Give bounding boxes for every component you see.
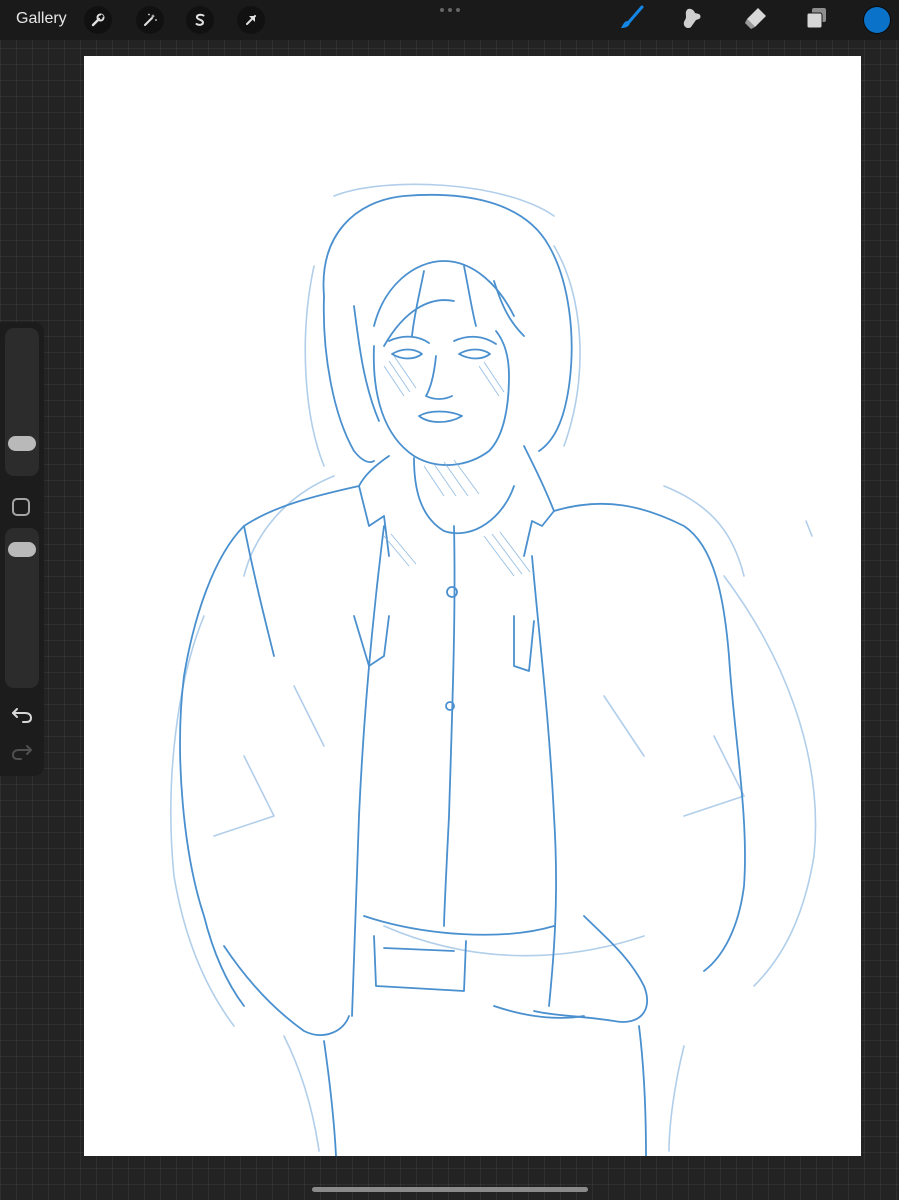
brush-tool-button[interactable] [615, 4, 647, 36]
eraser-icon [742, 5, 768, 36]
home-indicator[interactable] [312, 1187, 588, 1192]
smudge-icon [679, 5, 705, 36]
transform-button[interactable] [237, 6, 265, 34]
brush-opacity-thumb[interactable] [8, 542, 36, 557]
sketch-artwork [170, 183, 817, 1156]
brush-size-slider[interactable] [5, 328, 39, 476]
undo-button[interactable] [10, 705, 34, 729]
color-picker-button[interactable] [864, 7, 890, 33]
gallery-button[interactable]: Gallery [16, 10, 67, 28]
redo-button[interactable] [10, 742, 34, 766]
drawing-canvas[interactable] [84, 56, 861, 1156]
brush-size-thumb[interactable] [8, 436, 36, 451]
selection-s-icon [192, 12, 208, 28]
layers-button[interactable] [800, 4, 832, 36]
transform-arrow-icon [243, 12, 259, 28]
top-toolbar: Gallery [0, 0, 899, 40]
brush-opacity-slider[interactable] [5, 528, 39, 688]
eraser-tool-button[interactable] [739, 4, 771, 36]
square-modifier-icon[interactable] [12, 498, 30, 516]
toolbar-grabber[interactable] [440, 8, 460, 14]
magic-wand-icon [142, 12, 158, 28]
redo-icon [11, 743, 33, 766]
smudge-tool-button[interactable] [676, 4, 708, 36]
brush-icon [618, 5, 644, 36]
wrench-icon [90, 12, 106, 28]
actions-button[interactable] [84, 6, 112, 34]
layers-icon [803, 5, 829, 36]
undo-icon [11, 706, 33, 729]
adjustments-button[interactable] [136, 6, 164, 34]
selection-button[interactable] [186, 6, 214, 34]
left-sidebar [0, 322, 44, 776]
